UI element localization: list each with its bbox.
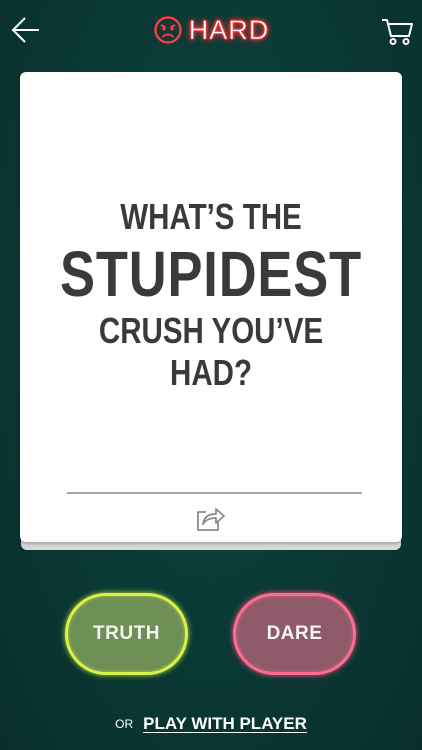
question-card[interactable]: WHAT’S THE STUPIDEST CRUSH YOU’VE HAD? [20,72,402,542]
dare-label: DARE [266,623,323,644]
shopping-cart-icon [382,19,413,45]
page-title: HARD [188,14,270,45]
card-divider [67,492,362,494]
difficulty-title: HARD [0,12,422,48]
share-icon [197,508,225,531]
question-line-1: WHAT’S THE [120,196,302,237]
question-line-3: CRUSH YOU’VE HAD? [98,310,324,393]
play-with-player-link[interactable]: PLAY WITH PLAYER [143,714,307,734]
play-with-player-row: OR PLAY WITH PLAYER [0,712,422,736]
share-button[interactable] [196,504,226,532]
angry-face-icon [154,16,182,44]
top-bar: HARD [0,0,422,62]
truth-label: TRUTH [93,623,160,644]
question-line-2: STUPIDEST [60,238,362,310]
question-card-stack: WHAT’S THE STUPIDEST CRUSH YOU’VE HAD? [20,72,402,550]
truth-button[interactable]: TRUTH [65,593,188,675]
or-label: OR [115,717,134,731]
question-text: WHAT’S THE STUPIDEST CRUSH YOU’VE HAD? [54,196,367,394]
dare-button[interactable]: DARE [233,593,356,675]
cart-button[interactable] [380,12,414,48]
